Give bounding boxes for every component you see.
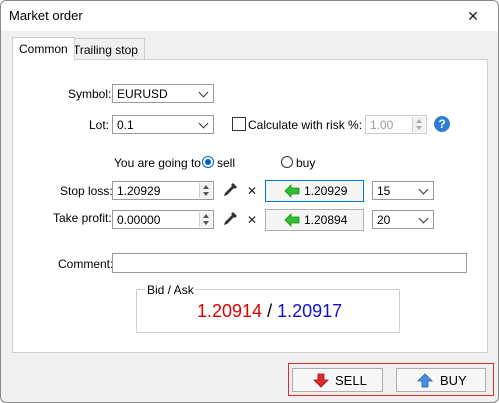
clear-stop-loss-icon[interactable]: ✕ xyxy=(247,184,257,198)
close-icon: ✕ xyxy=(467,7,479,24)
risk-spinner xyxy=(412,117,425,132)
buy-button-label: BUY xyxy=(440,373,467,388)
take-profit-label: Take profit: xyxy=(53,211,112,225)
symbol-dropdown[interactable]: EURUSD xyxy=(112,84,214,103)
risk-percent-input: 1.00 xyxy=(365,115,427,134)
lot-label: Lot: xyxy=(89,118,110,132)
arrow-down-icon xyxy=(313,373,329,388)
stop-loss-price-button[interactable]: 1.20929 xyxy=(265,180,364,202)
lot-value: 0.1 xyxy=(117,118,134,132)
eyedropper-icon[interactable] xyxy=(222,182,238,198)
tab-common-label: Common xyxy=(19,42,68,56)
spin-down-icon[interactable] xyxy=(203,192,209,196)
buy-button[interactable]: BUY xyxy=(396,368,486,392)
bid-ask-title: Bid / Ask xyxy=(145,283,196,297)
arrow-left-icon xyxy=(284,213,300,227)
comment-input[interactable] xyxy=(112,253,467,273)
take-profit-price-label: 1.20894 xyxy=(304,213,348,227)
stop-loss-spinner[interactable] xyxy=(199,183,212,198)
sell-radio-label[interactable]: sell xyxy=(217,156,235,170)
spin-up-icon[interactable] xyxy=(203,185,209,189)
spin-down-icon[interactable] xyxy=(203,221,209,225)
bid-price: 1.20914 xyxy=(197,301,263,321)
sell-radio[interactable] xyxy=(202,156,214,168)
take-profit-input[interactable]: 0.00000 xyxy=(112,210,214,229)
comment-label: Comment: xyxy=(58,257,114,271)
chevron-down-icon xyxy=(418,184,429,195)
sell-button-label: SELL xyxy=(335,373,367,388)
stop-loss-points-dropdown[interactable]: 15 xyxy=(372,181,434,200)
tab-trailing-stop[interactable]: Trailing stop xyxy=(66,38,145,61)
chevron-down-icon xyxy=(198,118,209,129)
risk-percent-value: 1.00 xyxy=(370,118,394,132)
take-profit-value: 0.00000 xyxy=(117,213,161,227)
buy-radio-label[interactable]: buy xyxy=(296,156,315,170)
take-profit-points-value: 20 xyxy=(377,213,391,227)
title-bar: Market order ✕ xyxy=(1,1,498,31)
bid-ask-prices: 1.20914 / 1.20917 xyxy=(197,301,342,322)
take-profit-spinner[interactable] xyxy=(199,212,212,227)
arrow-left-icon xyxy=(284,184,300,198)
arrow-up-icon xyxy=(417,373,433,388)
risk-checkbox[interactable] xyxy=(232,117,246,131)
window-title: Market order xyxy=(9,8,83,23)
stop-loss-points-value: 15 xyxy=(377,184,391,198)
stop-loss-price-label: 1.20929 xyxy=(304,184,348,198)
direction-label: You are going to xyxy=(114,156,201,170)
symbol-label: Symbol: xyxy=(68,87,112,101)
chevron-down-icon xyxy=(418,213,429,224)
help-icon[interactable]: ? xyxy=(434,116,450,132)
tab-common[interactable]: Common xyxy=(12,37,75,61)
take-profit-price-button[interactable]: 1.20894 xyxy=(265,209,364,231)
spin-up-icon xyxy=(416,119,422,123)
stop-loss-input[interactable]: 1.20929 xyxy=(112,181,214,200)
symbol-value: EURUSD xyxy=(117,87,168,101)
chevron-down-icon xyxy=(198,87,209,98)
risk-label: Calculate with risk %: xyxy=(248,118,363,132)
eyedropper-icon[interactable] xyxy=(222,211,238,227)
buy-radio[interactable] xyxy=(281,156,293,168)
spin-down-icon xyxy=(416,126,422,130)
sell-button[interactable]: SELL xyxy=(292,368,383,392)
market-order-window: Market order ✕ Common Trailing stop Symb… xyxy=(0,0,499,403)
stop-loss-value: 1.20929 xyxy=(117,184,161,198)
clear-take-profit-icon[interactable]: ✕ xyxy=(247,213,257,227)
close-button[interactable]: ✕ xyxy=(462,5,484,27)
ask-price: 1.20917 xyxy=(277,301,343,321)
price-separator: / xyxy=(267,301,273,321)
stop-loss-label: Stop loss: xyxy=(60,184,113,198)
take-profit-points-dropdown[interactable]: 20 xyxy=(372,210,434,229)
tab-trailing-stop-label: Trailing stop xyxy=(73,43,138,57)
lot-dropdown[interactable]: 0.1 xyxy=(112,115,214,134)
spin-up-icon[interactable] xyxy=(203,214,209,218)
